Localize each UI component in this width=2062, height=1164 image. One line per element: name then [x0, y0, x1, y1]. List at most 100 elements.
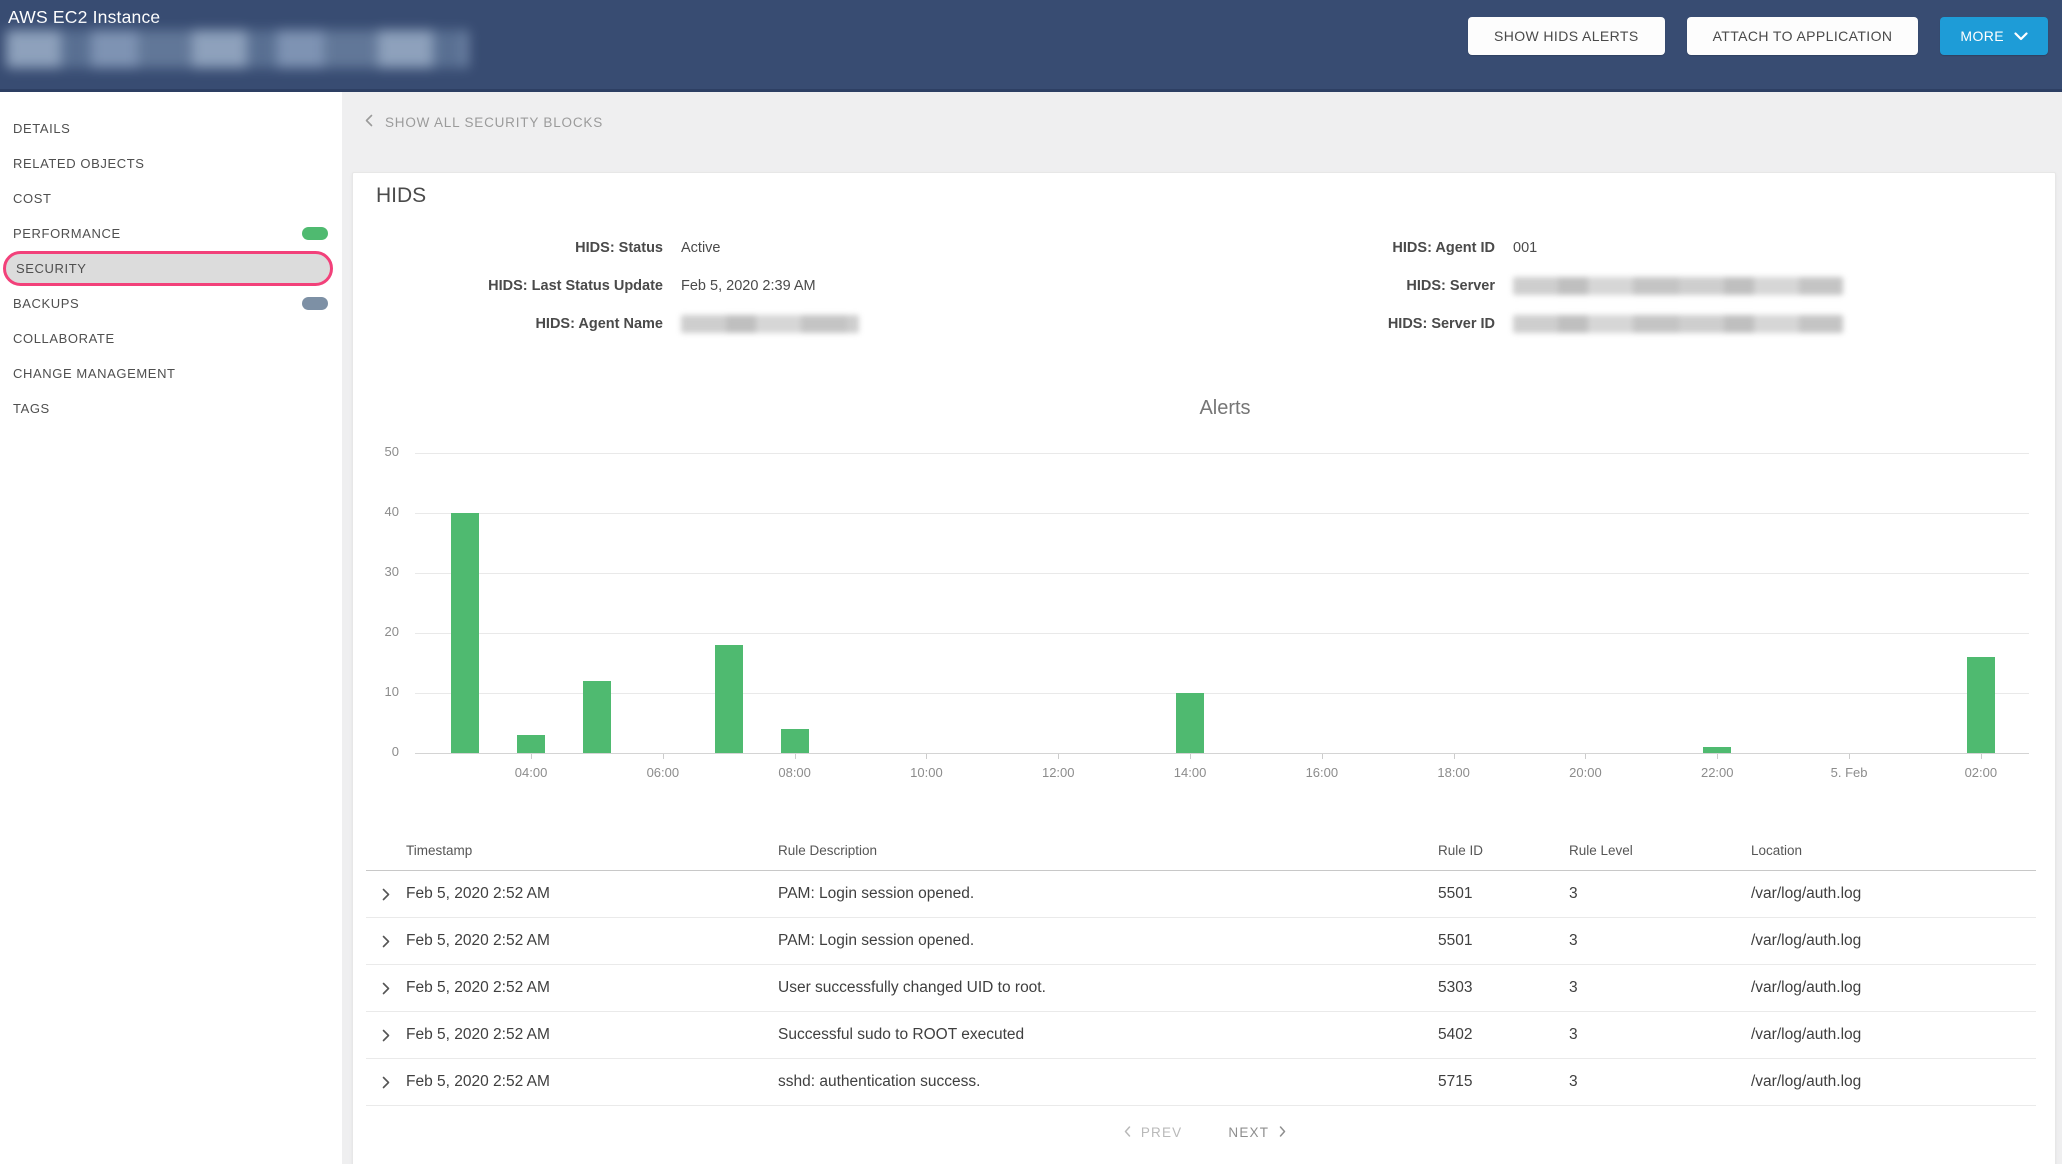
x-axis-label: 06:00	[646, 765, 680, 780]
sidebar-item-related-objects[interactable]: RELATED OBJECTS	[0, 146, 342, 181]
table-row[interactable]: Feb 5, 2020 2:52 AM PAM: Login session op…	[366, 871, 2036, 918]
column-header: Rule Level	[1569, 843, 1633, 858]
sidebar-item-label: BACKUPS	[13, 296, 80, 311]
row-expand-chevron-icon[interactable]	[366, 888, 406, 901]
chart-gridline	[415, 633, 2029, 634]
column-header: Rule ID	[1438, 843, 1484, 858]
chart-bar	[1966, 657, 1995, 753]
chart-bar	[1176, 693, 1205, 753]
x-axis-tick	[1058, 754, 1060, 759]
chevron-left-icon	[1124, 1125, 1131, 1140]
y-axis-label: 20	[384, 624, 399, 639]
cell-timestamp: Feb 5, 2020 2:52 AM	[406, 885, 550, 902]
field-label-hids-server: HIDS: Server	[1406, 278, 1495, 294]
field-label-hids-status: HIDS: Status	[575, 240, 663, 256]
table-row[interactable]: Feb 5, 2020 2:52 AM PAM: Login session op…	[366, 918, 2036, 965]
cell-timestamp: Feb 5, 2020 2:52 AM	[406, 979, 550, 996]
x-axis-tick	[794, 754, 796, 759]
redacted-instance-name	[6, 30, 468, 68]
chart-bar	[714, 645, 743, 753]
chart-gridline	[415, 573, 2029, 574]
redacted-value	[1513, 277, 1843, 295]
chart-bar	[1703, 747, 1732, 753]
sidebar-item-label: PERFORMANCE	[13, 226, 121, 241]
field-label-hids-server-id: HIDS: Server ID	[1387, 316, 1495, 332]
prev-label: PREV	[1140, 1125, 1183, 1140]
next-button[interactable]: NEXT	[1228, 1125, 1286, 1140]
x-axis-tick	[1717, 754, 1719, 759]
attach-to-application-button[interactable]: ATTACH TO APPLICATION	[1686, 17, 1919, 55]
chart-bar	[582, 681, 611, 753]
field-value-hids-agent-id: 001	[1513, 240, 1538, 256]
hids-fields-left: HIDS: Status Active HIDS: Last Status Upda…	[363, 229, 1123, 343]
cell-location: /var/log/auth.log	[1751, 1073, 1862, 1090]
redacted-value	[1513, 315, 1843, 333]
chart-gridline	[415, 693, 2029, 694]
sidebar-item-backups[interactable]: BACKUPS	[0, 286, 342, 321]
x-axis-tick	[1190, 754, 1192, 759]
sidebar-item-performance[interactable]: PERFORMANCE	[0, 216, 342, 251]
show-hids-alerts-button[interactable]: SHOW HIDS ALERTS	[1467, 17, 1665, 55]
x-axis-label: 18:00	[1437, 765, 1470, 780]
back-link-label: SHOW ALL SECURITY BLOCKS	[385, 114, 604, 130]
prev-button[interactable]: PREV	[1124, 1125, 1183, 1140]
status-dot-slate	[302, 297, 328, 310]
sidebar-item-tags[interactable]: TAGS	[0, 391, 342, 426]
table-row[interactable]: Feb 5, 2020 2:52 AM sshd: authentication …	[366, 1059, 2036, 1106]
x-axis-tick	[1849, 754, 1851, 759]
table-row[interactable]: Feb 5, 2020 2:52 AM Successful sudo to RO…	[366, 1012, 2036, 1059]
sidebar-item-security[interactable]: SECURITY	[3, 251, 333, 286]
cell-location: /var/log/auth.log	[1751, 885, 1862, 902]
sidebar-item-details[interactable]: DETAILS	[0, 111, 342, 146]
chart-bar	[451, 513, 480, 753]
x-axis-label: 16:00	[1305, 765, 1339, 780]
y-axis-label: 10	[384, 684, 399, 699]
cell-timestamp: Feb 5, 2020 2:52 AM	[406, 1073, 550, 1090]
row-expand-chevron-icon[interactable]	[366, 1076, 406, 1089]
app: AWS EC2 Instance SHOW HIDS ALERTS ATTACH…	[0, 0, 2062, 1164]
sidebar-item-label: COLLABORATE	[13, 331, 115, 346]
show-all-security-blocks-link[interactable]: SHOW ALL SECURITY BLOCKS	[365, 114, 603, 130]
cell-rule-id: 5402	[1438, 1026, 1473, 1043]
x-axis-label: 02:00	[1964, 765, 1998, 780]
table-row[interactable]: Feb 5, 2020 2:52 AM User successfully cha…	[366, 965, 2036, 1012]
x-axis-tick	[926, 754, 928, 759]
row-expand-chevron-icon[interactable]	[366, 935, 406, 948]
sidebar-item-label: CHANGE MANAGEMENT	[13, 366, 176, 381]
x-axis-label: 08:00	[778, 765, 811, 780]
hids-card: HIDS HIDS: Status Active HIDS: Last Status…	[352, 172, 2056, 1164]
main-panel: SHOW ALL SECURITY BLOCKS HIDS HIDS: Stat…	[342, 92, 2062, 1164]
cell-rule-level: 3	[1569, 979, 1578, 996]
page-title: AWS EC2 Instance	[8, 7, 161, 27]
next-label: NEXT	[1228, 1125, 1270, 1140]
x-axis-tick	[531, 754, 533, 759]
column-header: Location	[1751, 843, 1803, 858]
row-expand-chevron-icon[interactable]	[366, 982, 406, 995]
cell-rule-description: PAM: Login session opened.	[778, 885, 975, 902]
sidebar-item-cost[interactable]: COST	[0, 181, 342, 216]
pagination: PREV NEXT	[353, 1125, 2057, 1140]
x-axis-label: 10:00	[910, 765, 943, 780]
x-axis-tick	[1321, 754, 1323, 759]
y-axis-label: 30	[384, 564, 399, 579]
chart-title: Alerts	[1199, 397, 1251, 419]
row-expand-chevron-icon[interactable]	[366, 1029, 406, 1042]
alerts-chart: Alerts 0 10 20 30 40 50 04:00 06:00 08:00 10:00 12…	[353, 397, 2057, 815]
cell-rule-id: 5303	[1438, 979, 1473, 996]
x-axis-label: 22:00	[1700, 765, 1734, 780]
cell-rule-id: 5501	[1438, 932, 1473, 949]
redacted-value	[681, 315, 859, 333]
cell-rule-level: 3	[1569, 885, 1578, 902]
more-button[interactable]: MORE	[1940, 17, 2048, 55]
sidebar-item-label: RELATED OBJECTS	[13, 156, 145, 171]
x-axis-label: 04:00	[514, 765, 548, 780]
sidebar: DETAILS RELATED OBJECTS COST PERFORMANCE SEC…	[0, 92, 342, 1164]
sidebar-item-label: TAGS	[13, 401, 50, 416]
field-value-hids-agent-name	[681, 315, 1123, 333]
cell-timestamp: Feb 5, 2020 2:52 AM	[406, 932, 550, 949]
x-axis-tick	[1585, 754, 1587, 759]
x-axis-label: 14:00	[1173, 765, 1207, 780]
sidebar-item-collaborate[interactable]: COLLABORATE	[0, 321, 342, 356]
more-button-label: MORE	[1960, 28, 2004, 44]
sidebar-item-change-management[interactable]: CHANGE MANAGEMENT	[0, 356, 342, 391]
